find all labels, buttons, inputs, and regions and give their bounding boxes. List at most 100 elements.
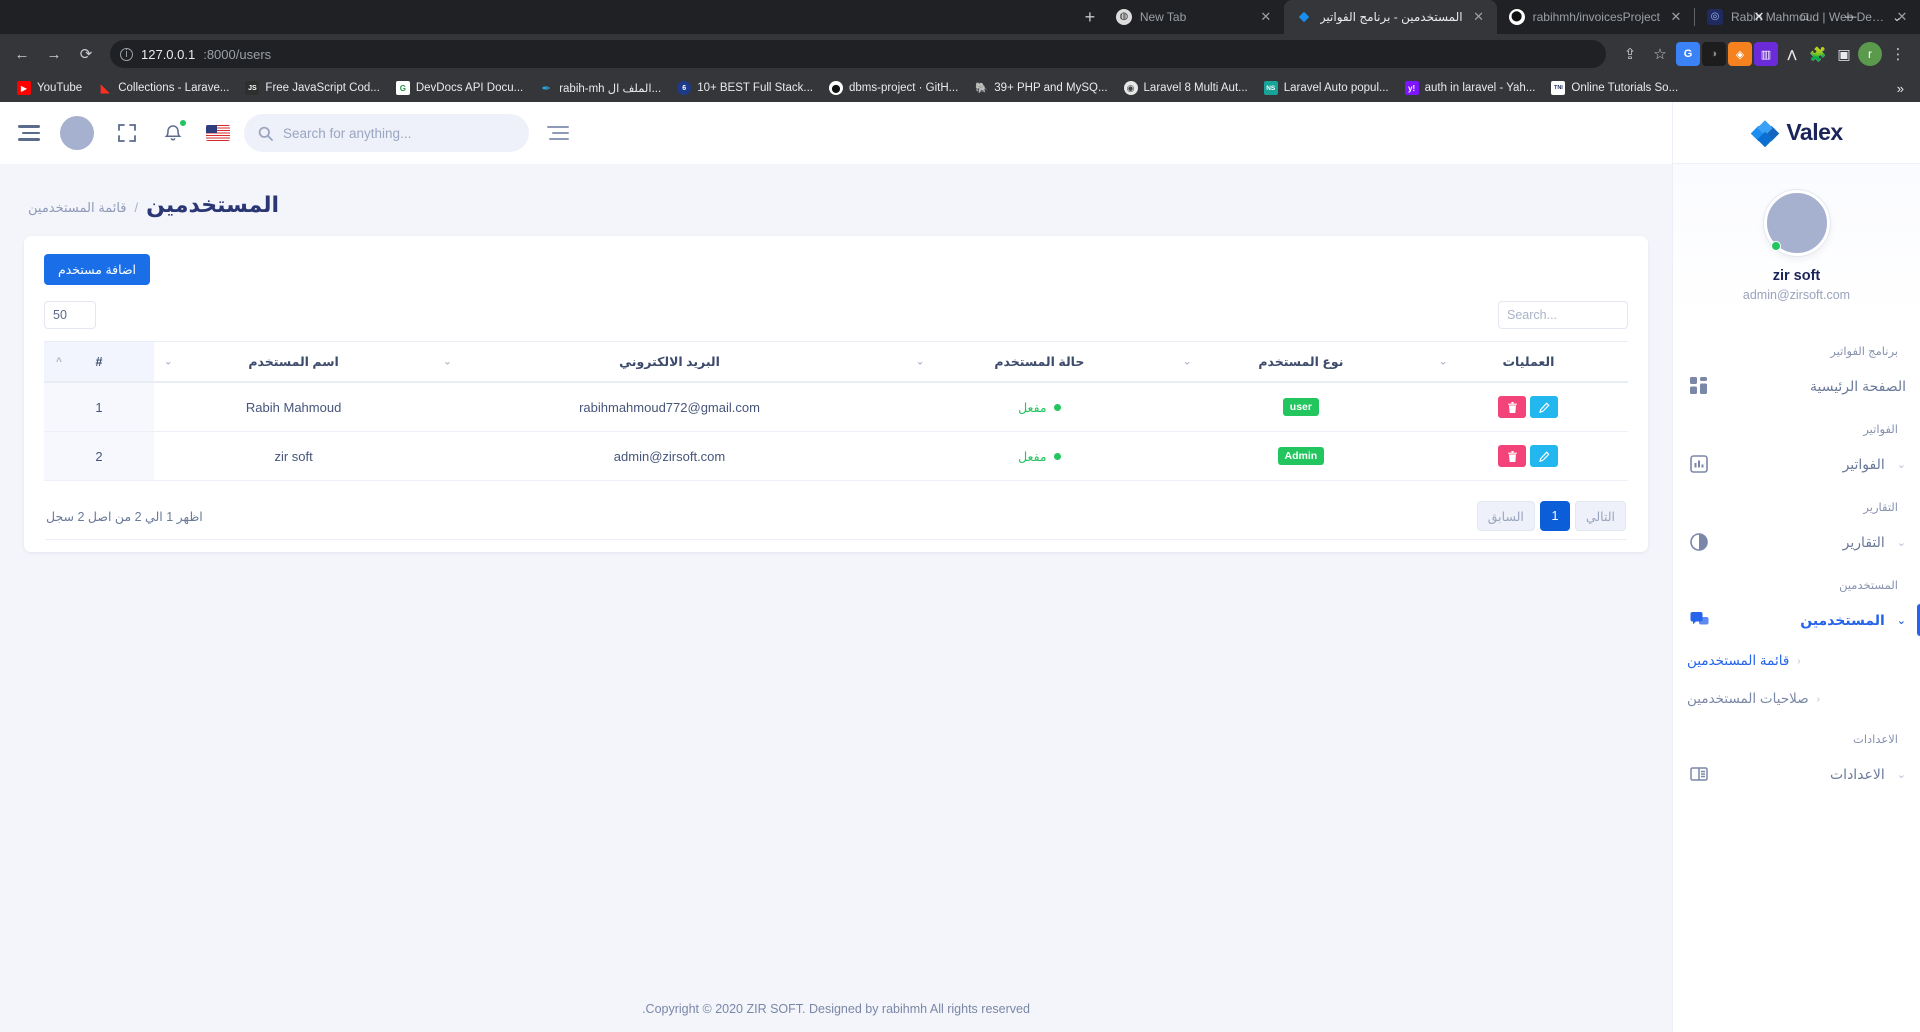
back-icon[interactable]: ←: [8, 40, 36, 68]
browser-tab-4[interactable]: ◍ New Tab ✕: [1104, 0, 1284, 34]
page-header: المستخدمين / قائمة المستخدمين: [24, 164, 1648, 236]
sidebar-icon[interactable]: ▣: [1832, 42, 1856, 66]
card-toolbar: اضافة مستخدم: [44, 254, 1628, 285]
address-bar[interactable]: i 127.0.0.1:8000/users: [110, 40, 1606, 68]
translate-icon[interactable]: G: [1676, 42, 1700, 66]
column-header-email[interactable]: البريد الالكتروني ⌄: [433, 341, 906, 383]
puzzle-icon[interactable]: 🧩: [1806, 42, 1830, 66]
bookmark-item[interactable]: ▶ YouTube: [10, 78, 89, 98]
honey-icon[interactable]: ◈: [1728, 42, 1752, 66]
pagination-page-1[interactable]: 1: [1539, 501, 1570, 531]
fullscreen-icon[interactable]: [114, 120, 140, 146]
column-header-index[interactable]: # ^: [44, 341, 154, 383]
bookmarks-overflow-icon[interactable]: »: [1891, 81, 1910, 96]
bookmark-item[interactable]: y! auth in laravel - Yah...: [1398, 78, 1543, 98]
portfolio-icon: ◎: [1707, 9, 1723, 25]
table-row[interactable]: user مفعل rabihmahmoud772@gmail.com Rabi…: [44, 382, 1628, 432]
browser-tab-3-active[interactable]: المستخدمين - برنامج الفواتير ✕: [1283, 0, 1497, 34]
restore-down-icon[interactable]: ⌄: [1874, 0, 1920, 34]
tab-strip: ◎ Rabih Mahmoud | Web Developer ✕ ⬤ rabi…: [0, 0, 1920, 34]
bookmark-item[interactable]: ◉ Laravel 8 Multi Aut...: [1117, 78, 1255, 98]
sidebar-item-settings[interactable]: الاعدادات ⌄: [1673, 752, 1920, 796]
profile-avatar[interactable]: r: [1858, 42, 1882, 66]
column-header-username[interactable]: اسم المستخدم ⌄: [154, 341, 434, 383]
sidebar-item-invoices[interactable]: الفواتير ⌄: [1673, 442, 1920, 486]
bookmark-item[interactable]: 6 10+ BEST Full Stack...: [670, 78, 820, 98]
chrome-menu-icon[interactable]: ⋮: [1884, 40, 1912, 68]
chevron-down-icon[interactable]: ⌄: [1897, 614, 1906, 627]
new-tab-button[interactable]: +: [1076, 3, 1104, 31]
chevron-down-icon[interactable]: ⌄: [1897, 536, 1906, 549]
top-bar: [0, 102, 1672, 164]
delete-button[interactable]: [1498, 445, 1527, 467]
bookmark-item[interactable]: ◣ Collections - Larave...: [91, 78, 236, 98]
sidebar-subitem-users-list[interactable]: قائمة المستخدمين ‹: [1673, 642, 1920, 680]
bookmark-item[interactable]: TNI Online Tutorials So...: [1544, 78, 1685, 98]
sidebar-subitem-user-permissions[interactable]: صلاحيات المستخدمين ‹: [1673, 680, 1920, 718]
browser-tab-2[interactable]: ⬤ rabihmh/invoicesProject ✕: [1497, 0, 1694, 34]
main-column: المستخدمين / قائمة المستخدمين اضافة مستخ…: [0, 102, 1672, 1032]
forward-icon[interactable]: →: [40, 40, 68, 68]
pagination-prev[interactable]: السابق: [1476, 501, 1535, 531]
bookmark-label: YouTube: [37, 82, 83, 94]
sidebar-item-users[interactable]: المستخدمين ⌄: [1673, 598, 1920, 642]
close-icon[interactable]: ✕: [1471, 9, 1487, 25]
cell-operations: [1428, 431, 1628, 481]
nav-category: الفواتير: [1863, 424, 1898, 436]
filter-lines-icon[interactable]: [547, 125, 569, 141]
state-label: مفعل: [1018, 450, 1047, 464]
bookmark-item[interactable]: JS Free JavaScript Cod...: [238, 78, 386, 98]
add-user-button[interactable]: اضافة مستخدم: [44, 254, 151, 285]
chevron-down-icon[interactable]: ⌄: [1897, 768, 1906, 781]
bookmark-label: Online Tutorials So...: [1571, 82, 1679, 94]
hamburger-icon[interactable]: [18, 125, 40, 141]
bookmark-item[interactable]: ✒ rabih-mh الملف ال...: [532, 78, 668, 98]
bookmark-item[interactable]: ⬤ dbms-project · GitH...: [822, 78, 965, 98]
us-flag-icon[interactable]: [206, 125, 230, 141]
bookmark-item[interactable]: G DevDocs API Docu...: [389, 78, 530, 98]
column-header-user-state[interactable]: حالة المستخدم ⌄: [905, 341, 1173, 383]
lighthouse-icon[interactable]: ⋀: [1780, 42, 1804, 66]
column-header-user-type[interactable]: نوع المستخدم ⌄: [1172, 341, 1429, 383]
maximize-icon[interactable]: □: [1782, 0, 1828, 34]
row-actions: [1498, 445, 1559, 467]
pagination-next[interactable]: التالي: [1574, 501, 1626, 531]
dark-reader-icon[interactable]: ◑: [1702, 42, 1726, 66]
breadcrumb-current[interactable]: قائمة المستخدمين: [28, 200, 127, 216]
bookmark-label: dbms-project · GitH...: [849, 82, 959, 94]
column-header-operations[interactable]: العمليات ⌄: [1428, 341, 1628, 383]
minimize-icon[interactable]: —: [1828, 0, 1874, 34]
search-input[interactable]: [283, 125, 515, 141]
bell-icon[interactable]: [160, 119, 187, 146]
sidebar-item-reports[interactable]: التقارير ⌄: [1673, 520, 1920, 564]
chevron-down-icon[interactable]: ⌄: [1897, 458, 1906, 471]
site-info-icon[interactable]: i: [120, 47, 133, 61]
edit-button[interactable]: [1530, 445, 1559, 467]
sidebar-item-dashboard[interactable]: الصفحة الرئيسية: [1673, 364, 1920, 408]
status-badge: Admin: [1277, 446, 1325, 466]
window-close-icon[interactable]: ✕: [1736, 0, 1782, 34]
brand-logo[interactable]: Valex: [1673, 102, 1920, 164]
colorzilla-icon[interactable]: ▥: [1754, 42, 1778, 66]
table-info: اظهر 1 الي 2 من اصل 2 سجل: [46, 509, 203, 524]
feather-icon: ✒: [541, 82, 551, 95]
reload-icon[interactable]: ⟳: [72, 40, 100, 68]
bookmark-item[interactable]: 🐘 39+ PHP and MySQ...: [967, 78, 1114, 98]
application-root: Valex zir soft admin@zirsoft.com برنامج …: [0, 102, 1920, 1032]
tni-icon: TNI: [1551, 81, 1566, 95]
bookmark-star-icon[interactable]: ☆: [1646, 40, 1674, 68]
close-icon[interactable]: ✕: [1668, 9, 1684, 25]
page-length-input[interactable]: [44, 301, 96, 329]
delete-button[interactable]: [1498, 396, 1527, 418]
share-icon[interactable]: ⇪: [1616, 40, 1644, 68]
yahoo-icon: y!: [1404, 81, 1419, 95]
edit-button[interactable]: [1530, 396, 1559, 418]
table-row[interactable]: Admin مفعل admin@zirsoft.com zir soft 2: [44, 431, 1628, 481]
notification-badge: [179, 119, 187, 127]
table-search-input[interactable]: [1498, 301, 1628, 329]
global-search[interactable]: [244, 114, 529, 152]
topbar-avatar[interactable]: [60, 116, 94, 150]
bookmark-item[interactable]: NS Laravel Auto popul...: [1257, 78, 1396, 98]
avatar[interactable]: [1763, 190, 1830, 256]
close-icon[interactable]: ✕: [1258, 9, 1274, 25]
